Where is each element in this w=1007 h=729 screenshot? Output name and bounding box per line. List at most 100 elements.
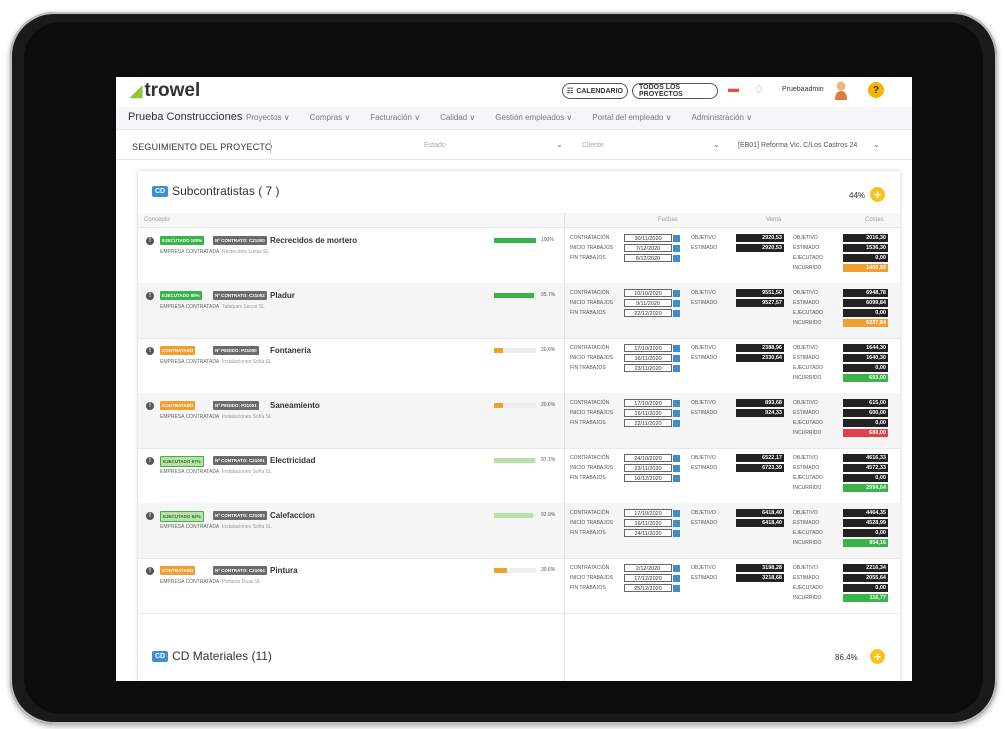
- app-screen: ◢ trowel ☷ CALENDARIO TODOS LOS PROYECTO…: [116, 77, 912, 681]
- nav-facturacion[interactable]: Facturación ∨: [370, 113, 420, 122]
- date-field-fin[interactable]: 24/11/2020: [624, 529, 672, 537]
- nav-proyectos[interactable]: Proyectos ∨: [246, 113, 290, 122]
- calendar-icon[interactable]: [673, 299, 680, 307]
- table-row[interactable]: ! CONTRATADO Nº PEDIDO: P21001 Saneamiento E…: [138, 393, 900, 449]
- table-row[interactable]: ! EJECUTADO 97% Nº CONTRATO: C21001 Electri…: [138, 448, 900, 504]
- add-material-button[interactable]: +: [870, 649, 885, 664]
- help-button[interactable]: ?: [868, 82, 884, 98]
- calendar-icon[interactable]: [673, 409, 680, 417]
- contract-badge: Nº CONTRATO: C21000: [213, 236, 267, 245]
- calendar-icon[interactable]: [673, 574, 680, 582]
- table-row[interactable]: ! EJECUTADO 92% Nº CONTRATO: C21003 Calefac…: [138, 503, 900, 559]
- add-subcontratista-button[interactable]: +: [870, 187, 885, 202]
- calendar-icon[interactable]: [673, 519, 680, 527]
- coste-label-estimado: ESTIMADO: [793, 410, 820, 416]
- status-filter[interactable]: Estado: [424, 142, 446, 149]
- info-icon[interactable]: !: [146, 347, 154, 355]
- calendar-icon[interactable]: [673, 399, 680, 407]
- info-icon[interactable]: !: [146, 402, 154, 410]
- bell-icon[interactable]: ♢: [754, 83, 764, 96]
- app-logo[interactable]: ◢ trowel: [130, 80, 200, 102]
- table-row[interactable]: ! EJECUTADO 95% Nº CONTRATO: C21002 Pladur E…: [138, 283, 900, 339]
- date-label-fin: FIN TRABAJOS: [570, 365, 606, 371]
- date-field-inicio[interactable]: 16/11/2020: [624, 519, 672, 527]
- calendar-icon[interactable]: [673, 289, 680, 297]
- nav-gestion-empleados[interactable]: Gestión empleados ∨: [495, 113, 572, 122]
- concept-name[interactable]: Pladur: [270, 291, 295, 300]
- nav-calidad[interactable]: Calidad ∨: [440, 113, 475, 122]
- date-field-contratacion[interactable]: 2/12/2020: [624, 564, 672, 572]
- venta-label-objetivo: OBJETIVO: [691, 565, 716, 571]
- date-field-fin[interactable]: 22/11/2020: [624, 419, 672, 427]
- calendar-icon[interactable]: [673, 254, 680, 262]
- table-row[interactable]: ! EJECUTADO 100% Nº CONTRATO: C21000 Recrec…: [138, 228, 900, 284]
- chevron-down-icon[interactable]: ⌄: [556, 140, 563, 149]
- coste-value-incurrido: 6237,84: [843, 319, 888, 327]
- date-field-contratacion[interactable]: 17/10/2020: [624, 344, 672, 352]
- date-field-inicio[interactable]: 23/11/2020: [624, 464, 672, 472]
- coste-label-objetivo: OBJETIVO: [793, 290, 818, 296]
- all-projects-button[interactable]: TODOS LOS PROYECTOS: [632, 83, 718, 99]
- nav-compras[interactable]: Compras ∨: [310, 113, 351, 122]
- chevron-down-icon[interactable]: ⌄: [873, 140, 880, 149]
- client-filter[interactable]: Cliente: [582, 142, 604, 149]
- calendar-icon[interactable]: [673, 564, 680, 572]
- calendar-icon[interactable]: [673, 529, 680, 537]
- venta-label-objetivo: OBJETIVO: [691, 235, 716, 241]
- date-field-inicio[interactable]: 9/11/2020: [624, 299, 672, 307]
- date-field-fin[interactable]: 8/12/2020: [624, 254, 672, 262]
- date-field-inicio[interactable]: 16/11/2020: [624, 354, 672, 362]
- calendar-icon[interactable]: [673, 354, 680, 362]
- nav-administracion[interactable]: Administración ∨: [692, 113, 753, 122]
- date-field-fin[interactable]: 23/11/2020: [624, 364, 672, 372]
- calendar-icon[interactable]: [673, 584, 680, 592]
- calendar-icon[interactable]: [673, 244, 680, 252]
- calendar-icon[interactable]: [673, 454, 680, 462]
- date-field-contratacion[interactable]: 17/10/2020: [624, 509, 672, 517]
- flag-icon[interactable]: ▬: [728, 83, 739, 95]
- calendar-icon[interactable]: [673, 344, 680, 352]
- calendar-icon[interactable]: [673, 234, 680, 242]
- progress-label: 20.6%: [541, 347, 556, 353]
- info-icon[interactable]: !: [146, 237, 154, 245]
- concept-name[interactable]: Fontanería: [270, 346, 311, 355]
- info-icon[interactable]: !: [146, 457, 154, 465]
- calendar-icon[interactable]: [673, 474, 680, 482]
- venta-label-estimado: ESTIMADO: [691, 520, 718, 526]
- table-row[interactable]: ! CONTRATADO Nº CONTRATO: C21004 Pintura EMP…: [138, 558, 900, 614]
- date-field-contratacion[interactable]: 30/11/2020: [624, 234, 672, 242]
- company-value: Instalaciones Sofía SL: [222, 359, 272, 365]
- concept-name[interactable]: Calefaccion: [270, 511, 315, 520]
- date-field-contratacion[interactable]: 24/10/2020: [624, 454, 672, 462]
- calendar-button[interactable]: ☷ CALENDARIO: [562, 83, 628, 99]
- avatar[interactable]: [834, 80, 848, 100]
- date-field-contratacion[interactable]: 10/10/2020: [624, 289, 672, 297]
- date-field-fin[interactable]: 25/12/2020: [624, 584, 672, 592]
- calendar-icon[interactable]: [673, 419, 680, 427]
- concept-name[interactable]: Recrecidos de mortero: [270, 236, 357, 245]
- date-field-contratacion[interactable]: 17/10/2020: [624, 399, 672, 407]
- info-icon[interactable]: !: [146, 292, 154, 300]
- concept-name[interactable]: Electricidad: [270, 456, 315, 465]
- coste-label-incurrido: INCURRIDO: [793, 320, 822, 326]
- date-field-inicio[interactable]: 17/12/2020: [624, 574, 672, 582]
- concept-name[interactable]: Saneamiento: [270, 401, 320, 410]
- coste-value-estimado: 6099,84: [843, 299, 888, 307]
- calendar-icon[interactable]: [673, 464, 680, 472]
- calendar-icon[interactable]: [673, 309, 680, 317]
- project-select[interactable]: [EB01] Reforma Vic. C/Los Castros 24: [738, 142, 857, 149]
- chevron-down-icon[interactable]: ⌄: [713, 140, 720, 149]
- info-icon[interactable]: !: [146, 567, 154, 575]
- concept-name[interactable]: Pintura: [270, 566, 298, 575]
- date-field-fin[interactable]: 22/12/2020: [624, 309, 672, 317]
- calendar-icon[interactable]: [673, 509, 680, 517]
- date-field-inicio[interactable]: 16/11/2020: [624, 409, 672, 417]
- user-name[interactable]: Pruebaadmin: [782, 86, 824, 93]
- date-field-fin[interactable]: 10/12/2020: [624, 474, 672, 482]
- nav-portal-empleado[interactable]: Portal del empleado ∨: [592, 113, 671, 122]
- calendar-icon[interactable]: [673, 364, 680, 372]
- table-row[interactable]: ! CONTRATADO Nº PEDIDO: P21000 Fontanería EM…: [138, 338, 900, 394]
- coste-value-estimado: 1536,30: [843, 244, 888, 252]
- date-field-inicio[interactable]: 7/12/2020: [624, 244, 672, 252]
- info-icon[interactable]: !: [146, 512, 154, 520]
